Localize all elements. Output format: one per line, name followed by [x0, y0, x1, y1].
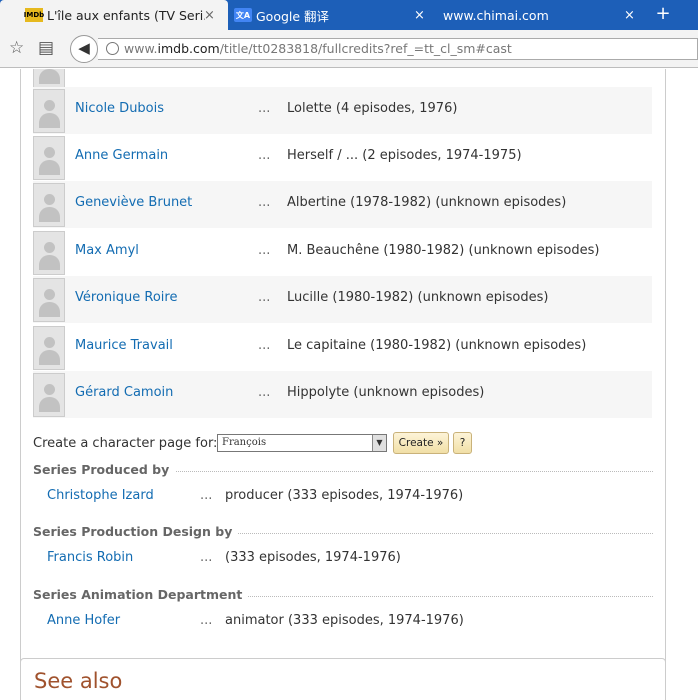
- tab-title: L'île aux enfants (TV Seri...: [47, 7, 205, 23]
- ellipsis: ...: [258, 101, 271, 116]
- cast-row: Geneviève Brunet ... Albertine (1978-198…: [33, 181, 652, 228]
- actor-link[interactable]: Véronique Roire: [75, 290, 177, 305]
- actor-link[interactable]: Maurice Travail: [75, 338, 173, 353]
- browser-toolbar: ☆ ▤ ◀ www.imdb.com/title/tt0283818/fullc…: [0, 30, 698, 68]
- section-heading: Series Animation Department: [33, 587, 653, 603]
- character-select-value: François: [222, 437, 267, 448]
- avatar-placeholder-icon[interactable]: [33, 89, 65, 133]
- url-path: /title/tt0283818/fullcredits?ref_=tt_cl_…: [219, 41, 512, 56]
- avatar-placeholder-icon: [33, 69, 65, 89]
- tab-google-translate[interactable]: 文A Google 翻译 ×: [228, 0, 433, 30]
- ellipsis: ...: [258, 385, 271, 400]
- credit-role: producer (333 episodes, 1974-1976): [225, 488, 464, 503]
- character-role: Herself / ... (2 episodes, 1974-1975): [287, 148, 522, 163]
- ellipsis: ...: [258, 338, 271, 353]
- ellipsis: ...: [258, 243, 271, 258]
- character-role: Hippolyte (unknown episodes): [287, 385, 485, 400]
- tab-title: Google 翻译: [256, 8, 330, 24]
- page-content: Nicole Dubois ... Lolette (4 episodes, 1…: [0, 69, 698, 700]
- cast-row: Anne Germain ... Herself / ... (2 episod…: [33, 134, 652, 181]
- close-tab-icon[interactable]: ×: [624, 8, 635, 23]
- character-role: Lucille (1980-1982) (unknown episodes): [287, 290, 549, 305]
- character-role: Le capitaine (1980-1982) (unknown episod…: [287, 338, 587, 353]
- avatar-placeholder-icon[interactable]: [33, 373, 65, 417]
- star-bookmark-icon[interactable]: ☆: [9, 38, 24, 58]
- actor-link[interactable]: Max Amyl: [75, 243, 139, 258]
- tab-chimai[interactable]: www.chimai.com ×: [433, 0, 643, 30]
- google-translate-favicon-icon: 文A: [234, 8, 252, 22]
- ellipsis: ...: [200, 613, 213, 628]
- credit-row: Anne Hofer ... animator (333 episodes, 1…: [47, 613, 647, 633]
- close-tab-icon[interactable]: ×: [414, 8, 425, 23]
- credit-row: Christophe Izard ... producer (333 episo…: [47, 488, 647, 508]
- new-tab-button[interactable]: +: [648, 3, 678, 27]
- character-role: Lolette (4 episodes, 1976): [287, 101, 458, 116]
- actor-link[interactable]: Gérard Camoin: [75, 385, 173, 400]
- avatar-placeholder-icon[interactable]: [33, 326, 65, 370]
- ellipsis: ...: [200, 550, 213, 565]
- person-link[interactable]: Christophe Izard: [47, 488, 154, 503]
- section-heading: Series Production Design by: [33, 524, 653, 540]
- person-link[interactable]: Anne Hofer: [47, 613, 120, 628]
- help-button[interactable]: ?: [453, 432, 472, 454]
- section-title: Series Produced by: [33, 462, 176, 477]
- cast-row: Nicole Dubois ... Lolette (4 episodes, 1…: [33, 87, 652, 134]
- imdb-favicon-icon: IMDb: [24, 8, 44, 22]
- section-title: Series Animation Department: [33, 587, 249, 602]
- section-heading: Series Produced by: [33, 462, 653, 478]
- reading-list-icon[interactable]: ▤: [38, 38, 54, 58]
- avatar-placeholder-icon[interactable]: [33, 136, 65, 180]
- credit-role: animator (333 episodes, 1974-1976): [225, 613, 464, 628]
- avatar-placeholder-icon[interactable]: [33, 278, 65, 322]
- actor-link[interactable]: Geneviève Brunet: [75, 195, 192, 210]
- tab-strip: IMDb L'île aux enfants (TV Seri... × 文A …: [0, 0, 698, 30]
- avatar-placeholder-icon[interactable]: [33, 231, 65, 275]
- cast-row: Maurice Travail ... Le capitaine (1980-1…: [33, 324, 652, 371]
- cast-row: Véronique Roire ... Lucille (1980-1982) …: [33, 276, 652, 323]
- actor-link[interactable]: Anne Germain: [75, 148, 168, 163]
- create-button[interactable]: Create »: [393, 432, 449, 454]
- character-role: Albertine (1978-1982) (unknown episodes): [287, 195, 567, 210]
- ellipsis: ...: [200, 488, 213, 503]
- ellipsis: ...: [258, 148, 271, 163]
- close-tab-icon[interactable]: ×: [204, 8, 215, 23]
- see-also-card: See also: [20, 658, 666, 700]
- see-also-heading: See also: [34, 669, 123, 693]
- avatar-placeholder-icon[interactable]: [33, 183, 65, 227]
- credit-row: Francis Robin ... (333 episodes, 1974-19…: [47, 550, 647, 570]
- url-prefix: www.: [124, 41, 158, 56]
- character-select[interactable]: François ▼: [217, 434, 387, 452]
- tab-imdb[interactable]: IMDb L'île aux enfants (TV Seri... ×: [0, 0, 228, 30]
- arrow-left-icon: ◀: [78, 39, 90, 57]
- url-host: imdb.com: [157, 41, 220, 56]
- character-page-form: Create a character page for: François ▼ …: [33, 432, 653, 456]
- ellipsis: ...: [258, 195, 271, 210]
- credit-role: (333 episodes, 1974-1976): [225, 550, 401, 565]
- address-bar[interactable]: www.imdb.com/title/tt0283818/fullcredits…: [98, 38, 698, 60]
- actor-link[interactable]: Nicole Dubois: [75, 101, 164, 116]
- dropdown-arrow-icon[interactable]: ▼: [372, 435, 386, 451]
- character-page-label: Create a character page for:: [33, 436, 218, 451]
- tab-title: www.chimai.com: [443, 7, 549, 23]
- section-title: Series Production Design by: [33, 524, 239, 539]
- ellipsis: ...: [258, 290, 271, 305]
- globe-icon: [106, 42, 119, 55]
- person-link[interactable]: Francis Robin: [47, 550, 133, 565]
- back-button[interactable]: ◀: [70, 35, 98, 63]
- cast-row: Gérard Camoin ... Hippolyte (unknown epi…: [33, 371, 652, 418]
- character-role: M. Beauchêne (1980-1982) (unknown episod…: [287, 243, 600, 258]
- cast-row: Max Amyl ... M. Beauchêne (1980-1982) (u…: [33, 229, 652, 276]
